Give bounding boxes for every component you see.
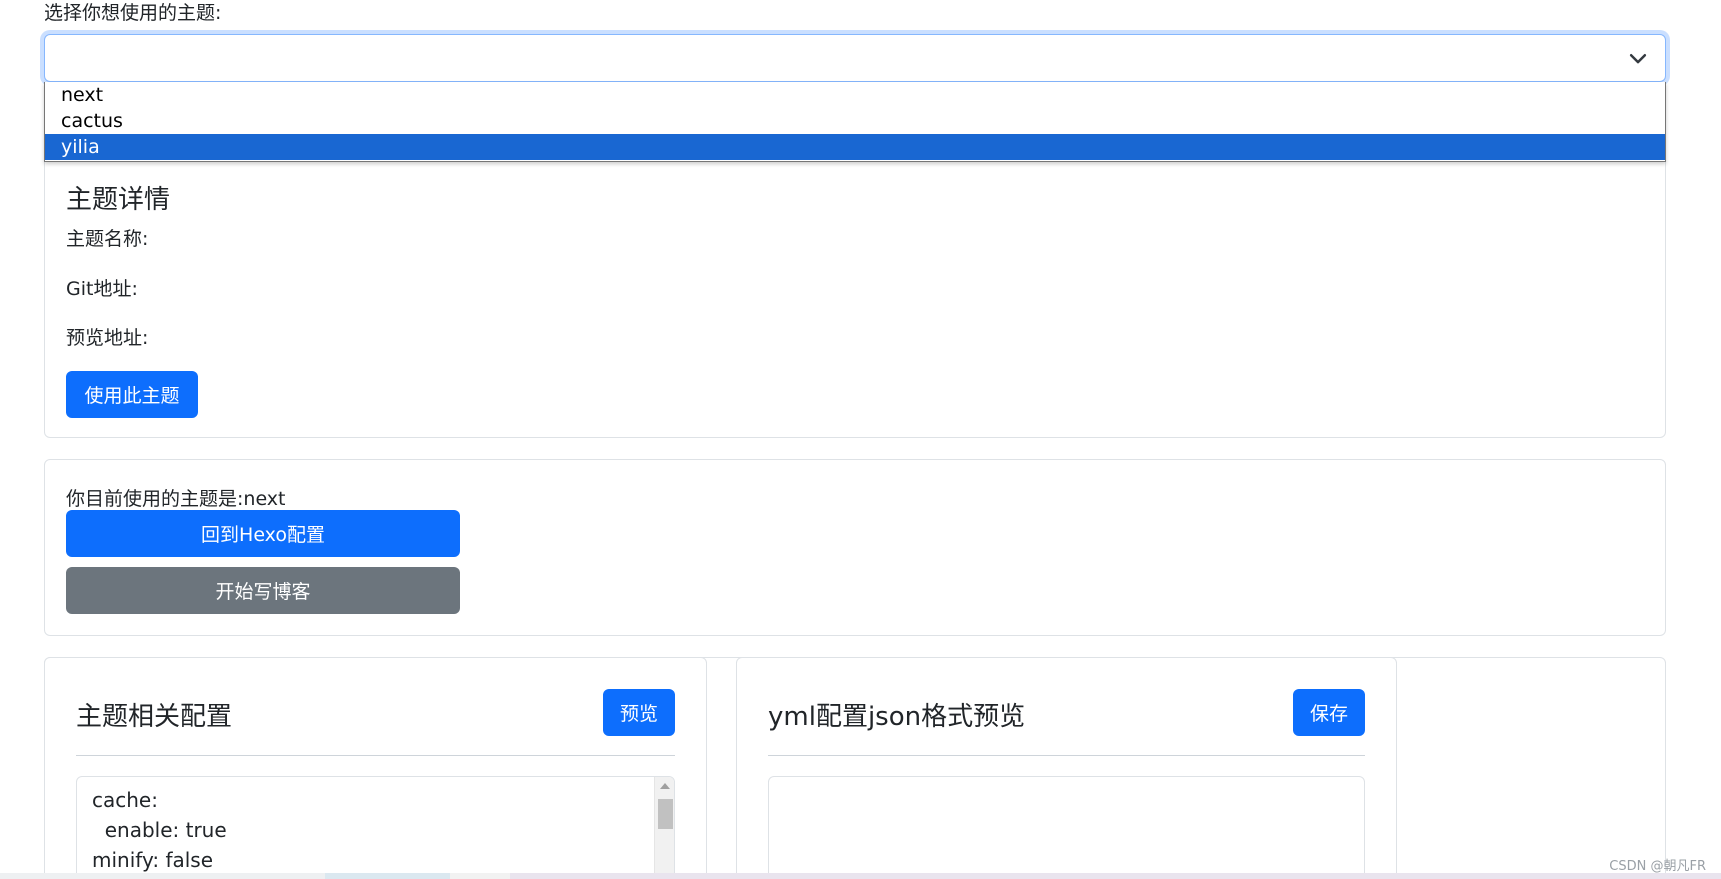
theme-config-editor[interactable]: cache: enable: true minify: false xyxy=(76,776,675,879)
preview-button[interactable]: 预览 xyxy=(603,689,675,736)
use-theme-button[interactable]: 使用此主题 xyxy=(66,371,198,418)
git-url-label: Git地址: xyxy=(66,278,138,300)
scroll-up-arrow-icon[interactable] xyxy=(660,783,670,789)
scroll-thumb[interactable] xyxy=(658,799,673,829)
bottom-strip xyxy=(0,873,1721,879)
current-theme-card: 你目前使用的主题是:next 回到Hexo配置 开始写博客 xyxy=(44,459,1666,636)
editor-scrollbar[interactable] xyxy=(654,777,674,879)
current-theme-text: 你目前使用的主题是:next xyxy=(66,488,286,510)
theme-select[interactable] xyxy=(44,34,1666,82)
save-button[interactable]: 保存 xyxy=(1293,689,1365,736)
option-cactus[interactable]: cactus xyxy=(45,108,1665,134)
divider xyxy=(76,755,675,756)
json-preview-title: yml配置json格式预览 xyxy=(768,702,1026,732)
preview-url-label: 预览地址: xyxy=(66,327,149,349)
code-line: cache: xyxy=(92,788,158,812)
json-preview-card: yml配置json格式预览 保存 xyxy=(736,657,1397,879)
code-line: enable: true xyxy=(92,818,227,842)
code-line: minify: false xyxy=(92,848,214,872)
start-writing-button[interactable]: 开始写博客 xyxy=(66,567,460,614)
theme-name-label: 主题名称: xyxy=(66,228,149,250)
divider xyxy=(768,755,1365,756)
theme-config-card: 主题相关配置 预览 cache: enable: true minify: fa… xyxy=(44,657,707,879)
theme-detail-title: 主题详情 xyxy=(66,185,171,215)
chevron-down-icon xyxy=(1629,54,1647,64)
json-preview-area[interactable] xyxy=(768,776,1365,879)
back-to-hexo-config-button[interactable]: 回到Hexo配置 xyxy=(66,510,460,557)
option-next[interactable]: next xyxy=(45,82,1665,108)
watermark: CSDN @朝凡FR xyxy=(1609,859,1706,874)
theme-select-label: 选择你想使用的主题: xyxy=(44,2,222,24)
theme-detail-card: 主题详情 主题名称: Git地址: 预览地址: 使用此主题 xyxy=(44,120,1666,438)
theme-select-dropdown: next cactus yilia xyxy=(44,82,1666,162)
option-yilia[interactable]: yilia xyxy=(45,134,1665,160)
theme-config-title: 主题相关配置 xyxy=(76,702,233,732)
page: 选择你想使用的主题: next cactus yilia 主题详情 主题名称: … xyxy=(0,0,1721,879)
